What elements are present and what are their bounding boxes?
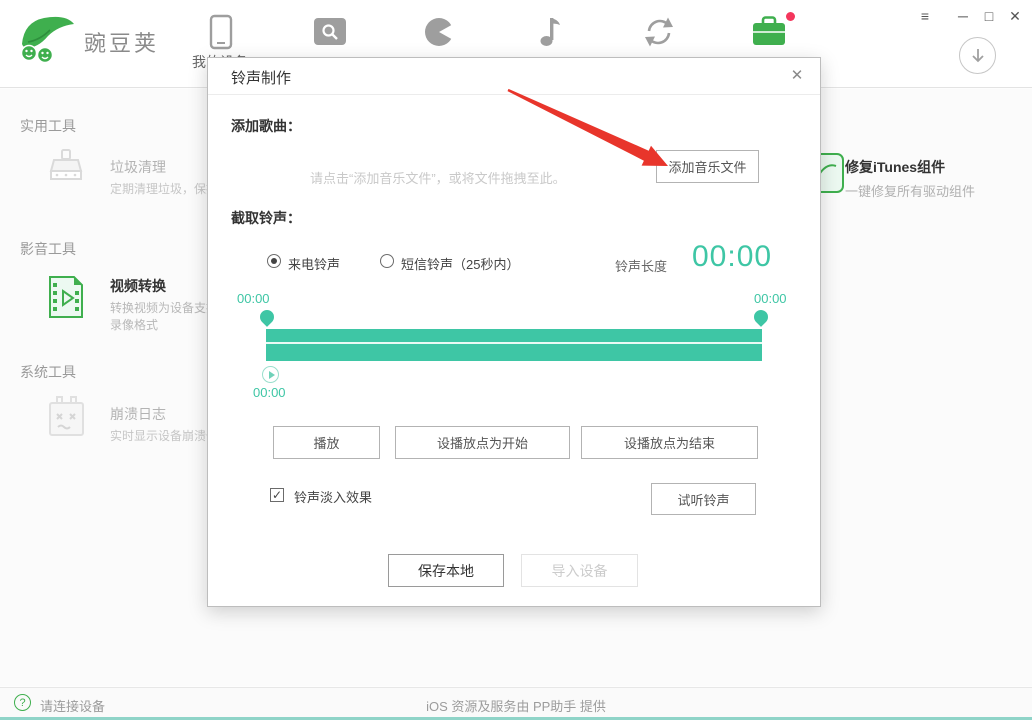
wandoujia-logo-icon	[16, 12, 80, 66]
ringtone-maker-dialog: 铃声制作 ✕ 添加歌曲： 请点击“添加音乐文件”，或将文件拖拽至此。 添加音乐文…	[207, 57, 821, 607]
sync-icon[interactable]	[642, 15, 676, 49]
close-window-button[interactable]: ✕	[1003, 5, 1027, 27]
fade-in-checkbox[interactable]	[270, 488, 284, 502]
sms-ringtone-radio[interactable]	[380, 254, 394, 268]
add-music-file-button[interactable]: 添加音乐文件	[656, 150, 759, 183]
item-title-junk-clean[interactable]: 垃圾清理	[110, 157, 166, 177]
timeline-end-handle[interactable]	[751, 307, 771, 327]
call-ringtone-radio[interactable]	[267, 254, 281, 268]
notification-badge	[786, 12, 795, 21]
ringtone-length-value: 00:00	[692, 240, 772, 274]
fade-in-label[interactable]: 铃声淡入效果	[294, 487, 372, 506]
section-title-system: 系统工具	[20, 362, 76, 382]
item-subtitle-repair-itunes: 一键修复所有驱动组件	[845, 181, 975, 200]
playhead-icon[interactable]	[262, 366, 279, 383]
download-manager-icon[interactable]	[959, 37, 996, 74]
save-local-button[interactable]: 保存本地	[388, 554, 504, 587]
maximize-button[interactable]: □	[977, 5, 1001, 27]
toolbox-icon[interactable]	[751, 16, 787, 48]
clip-ringtone-label: 截取铃声：	[231, 208, 301, 228]
device-phone-icon[interactable]	[208, 14, 234, 50]
set-start-button[interactable]: 设播放点为开始	[395, 426, 570, 459]
provider-text: iOS 资源及服务由 PP助手 提供	[0, 696, 1032, 715]
item-subtitle-video-convert-line2: 录像格式	[110, 316, 158, 333]
dialog-title: 铃声制作	[231, 67, 291, 88]
play-button[interactable]: 播放	[273, 426, 380, 459]
dialog-titlebar: 铃声制作 ✕	[208, 58, 820, 95]
preview-ringtone-button[interactable]: 试听铃声	[651, 483, 756, 515]
import-device-button[interactable]: 导入设备	[521, 554, 638, 587]
playhead-time: 00:00	[253, 385, 286, 400]
menu-icon[interactable]: ≡	[913, 5, 937, 27]
set-end-button[interactable]: 设播放点为结束	[581, 426, 758, 459]
add-song-label: 添加歌曲：	[231, 116, 301, 136]
ringtone-length-label: 铃声长度	[615, 256, 667, 275]
item-title-video-convert[interactable]: 视频转换	[110, 276, 166, 296]
timeline-start-time: 00:00	[237, 291, 270, 306]
item-subtitle-junk-clean: 定期清理垃圾，保持	[110, 180, 218, 197]
music-note-icon[interactable]	[536, 15, 562, 49]
minimize-button[interactable]: ─	[951, 5, 975, 27]
sms-ringtone-label[interactable]: 短信铃声（25秒内）	[401, 254, 519, 273]
item-title-repair-itunes[interactable]: 修复iTunes组件	[845, 157, 945, 177]
app-window: 豌豆荚 我的设备	[0, 0, 1032, 720]
drop-hint-text: 请点击“添加音乐文件”，或将文件拖拽至此。	[310, 168, 566, 187]
games-pacman-icon[interactable]	[424, 16, 456, 48]
call-ringtone-label[interactable]: 来电铃声	[288, 254, 340, 273]
section-title-media: 影音工具	[20, 239, 76, 259]
item-subtitle-crash-log: 实时显示设备崩溃信	[110, 427, 218, 444]
search-icon[interactable]	[314, 18, 346, 45]
dialog-close-icon[interactable]: ✕	[787, 66, 807, 84]
timeline-start-handle[interactable]	[257, 307, 277, 327]
timeline-track[interactable]	[266, 329, 762, 361]
status-bar: ? 请连接设备 iOS 资源及服务由 PP助手 提供	[0, 687, 1032, 717]
item-subtitle-video-convert-line1: 转换视频为设备支持	[110, 299, 218, 316]
timeline-end-time: 00:00	[754, 291, 787, 306]
logo-text: 豌豆荚	[84, 26, 159, 58]
item-title-crash-log[interactable]: 崩溃日志	[110, 404, 166, 424]
section-title-utility: 实用工具	[20, 116, 76, 136]
